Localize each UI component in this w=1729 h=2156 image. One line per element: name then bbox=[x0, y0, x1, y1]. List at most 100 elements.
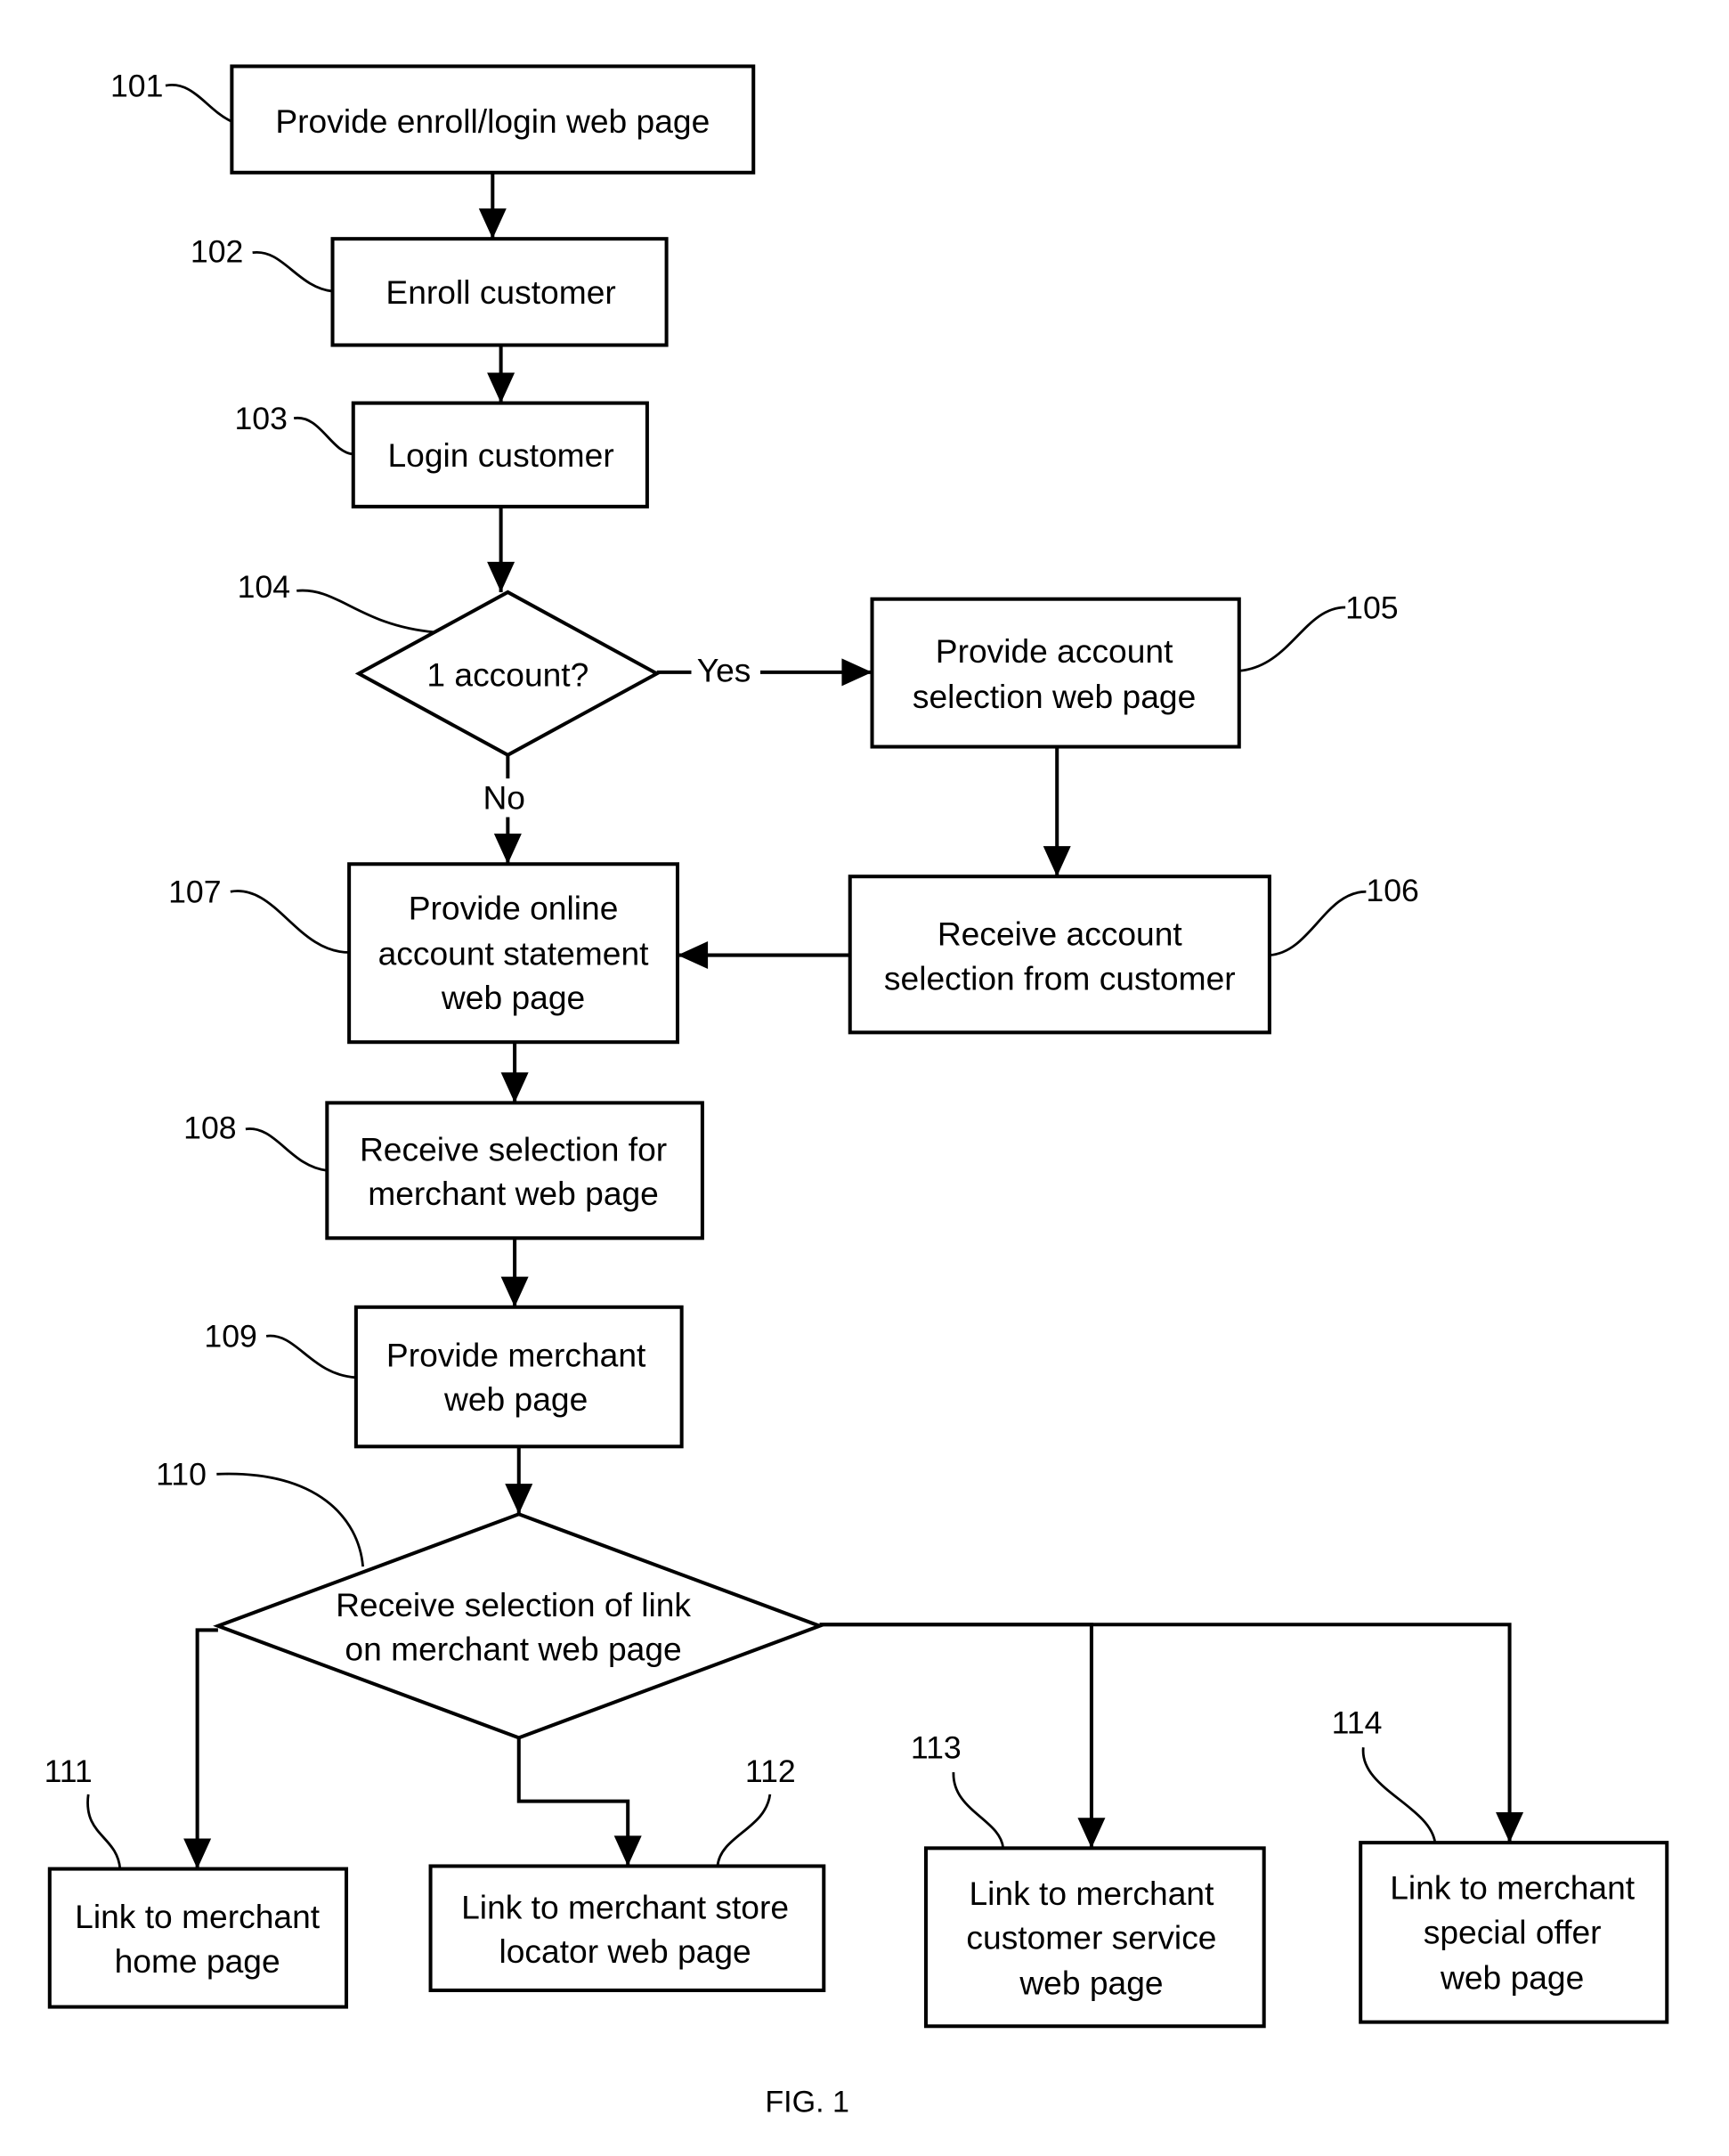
edge-101-to-102 bbox=[478, 172, 507, 240]
process-box-112 bbox=[428, 1864, 826, 1992]
reference-leader-line bbox=[252, 251, 333, 293]
arrowhead bbox=[487, 372, 515, 403]
reference-numeral-112: 112 bbox=[745, 1753, 796, 1789]
flow-node-104: 1 account? 104 bbox=[238, 569, 661, 758]
edge-label-no: No bbox=[483, 778, 525, 816]
reference-numeral-104: 104 bbox=[238, 569, 290, 605]
reference-numeral-101: 101 bbox=[110, 69, 163, 104]
node-label-line: 1 account? bbox=[426, 655, 589, 693]
node-label-line: web page bbox=[441, 979, 585, 1016]
reference-leader-line bbox=[296, 589, 435, 634]
flow-node-108: Receive selection for merchant web page 10… bbox=[183, 1101, 704, 1241]
flow-node-114: Link to merchant special offer web page 114 bbox=[1332, 1705, 1669, 2024]
flow-node-113: Link to merchant customer service web page… bbox=[911, 1730, 1266, 2029]
reference-leader-line bbox=[265, 1334, 356, 1379]
flow-node-111: Link to merchant home page 111 bbox=[45, 1753, 349, 2009]
reference-leader-line bbox=[1361, 1747, 1437, 1843]
flow-node-105: Provide account selection web page 105 bbox=[870, 590, 1399, 749]
arrowhead bbox=[1077, 1818, 1106, 1849]
reference-numeral-111: 111 bbox=[45, 1753, 93, 1789]
edge-102-to-103 bbox=[487, 345, 515, 403]
node-label-line: selection web page bbox=[913, 678, 1196, 715]
node-label-line: Provide online bbox=[409, 889, 619, 926]
node-label-line: web page bbox=[443, 1380, 588, 1418]
flow-node-103: Login customer 103 bbox=[234, 401, 649, 508]
reference-numeral-103: 103 bbox=[234, 401, 287, 436]
reference-leader-line bbox=[230, 890, 350, 954]
arrowhead bbox=[677, 941, 709, 970]
node-label-line: home page bbox=[115, 1942, 280, 1980]
node-label-line: Provide account bbox=[936, 632, 1173, 670]
reference-leader-line bbox=[716, 1794, 772, 1867]
reference-leader-line bbox=[245, 1127, 328, 1172]
edge-label-yes: Yes bbox=[697, 652, 751, 689]
node-label-line: web page bbox=[1440, 1958, 1584, 1996]
node-label-line: Link to merchant bbox=[75, 1898, 321, 1935]
reference-leader-line bbox=[952, 1772, 1005, 1849]
nodes-layer: Provide enroll/login web page 101 Enroll c… bbox=[45, 64, 1669, 2029]
edge-104-to-105 bbox=[656, 658, 873, 687]
reference-leader-line bbox=[293, 417, 354, 456]
node-label-line: locator web page bbox=[499, 1932, 751, 1970]
node-label-line: Link to merchant store bbox=[461, 1888, 789, 1925]
arrowhead bbox=[505, 1484, 533, 1515]
edge-110-to-111 bbox=[183, 1628, 218, 1869]
node-label-line: Receive selection of link bbox=[336, 1586, 691, 1623]
process-box-108 bbox=[325, 1101, 704, 1241]
flow-node-110: Receive selection of link on merchant web… bbox=[156, 1457, 825, 1740]
node-label-line: merchant web page bbox=[368, 1175, 659, 1212]
edge-105-to-106 bbox=[1043, 746, 1071, 877]
edge-110-to-112 bbox=[516, 1737, 642, 1867]
flow-node-112: Link to merchant store locator web page 11… bbox=[428, 1753, 826, 1992]
reference-numeral-106: 106 bbox=[1366, 873, 1418, 908]
node-label-line: Link to merchant bbox=[969, 1875, 1214, 1912]
arrowhead bbox=[1496, 1812, 1524, 1843]
node-label-line: customer service bbox=[966, 1918, 1216, 1956]
process-box-109 bbox=[353, 1305, 684, 1449]
flow-node-106: Receive account selection from customer 10… bbox=[848, 873, 1419, 1035]
reference-leader-line bbox=[1269, 890, 1367, 956]
process-box-106 bbox=[848, 875, 1271, 1035]
flow-node-101: Provide enroll/login web page 101 bbox=[110, 64, 756, 175]
arrowhead bbox=[1043, 846, 1071, 877]
arrowhead bbox=[841, 658, 873, 687]
node-label-line: selection from customer bbox=[884, 959, 1236, 997]
edge-110-to-113 bbox=[819, 1623, 1106, 1849]
node-label-line: account statement bbox=[378, 934, 650, 972]
edge-103-to-104 bbox=[487, 506, 515, 592]
node-label-line: web page bbox=[1019, 1965, 1163, 2002]
edge-109-to-110 bbox=[505, 1446, 533, 1515]
node-label-line: Provide merchant bbox=[386, 1336, 646, 1373]
node-label-line: Login customer bbox=[387, 436, 613, 474]
reference-leader-line bbox=[216, 1472, 365, 1567]
node-label-line: Receive account bbox=[938, 915, 1183, 953]
edge-108-to-109 bbox=[500, 1238, 529, 1307]
arrowhead bbox=[500, 1072, 529, 1103]
reference-numeral-107: 107 bbox=[168, 875, 221, 910]
arrowhead bbox=[613, 1835, 642, 1867]
process-box-105 bbox=[870, 597, 1241, 749]
reference-numeral-105: 105 bbox=[1345, 590, 1398, 625]
arrowhead bbox=[493, 834, 522, 865]
node-label-line: special offer bbox=[1424, 1913, 1602, 1950]
arrowhead bbox=[487, 561, 515, 592]
decision-diamond-110 bbox=[213, 1512, 825, 1740]
arrowhead bbox=[500, 1276, 529, 1307]
flow-node-102: Enroll customer 102 bbox=[191, 234, 669, 347]
reference-numeral-108: 108 bbox=[183, 1111, 236, 1146]
reference-numeral-109: 109 bbox=[204, 1319, 256, 1355]
arrowhead bbox=[478, 208, 507, 240]
process-box-111 bbox=[47, 1867, 349, 2009]
flow-node-109: Provide merchant web page 109 bbox=[204, 1305, 684, 1449]
reference-leader-line bbox=[1238, 606, 1346, 672]
node-label-line: on merchant web page bbox=[345, 1631, 681, 1668]
edge-107-to-108 bbox=[500, 1042, 529, 1103]
reference-numeral-110: 110 bbox=[156, 1457, 207, 1493]
node-label-line: Receive selection for bbox=[360, 1130, 667, 1167]
node-label-line: Provide enroll/login web page bbox=[275, 102, 710, 140]
connector-line bbox=[195, 1628, 218, 1869]
reference-leader-line bbox=[165, 84, 232, 123]
reference-numeral-114: 114 bbox=[1332, 1705, 1383, 1741]
figure-caption: FIG. 1 bbox=[765, 2085, 849, 2119]
connector-line bbox=[516, 1737, 630, 1867]
